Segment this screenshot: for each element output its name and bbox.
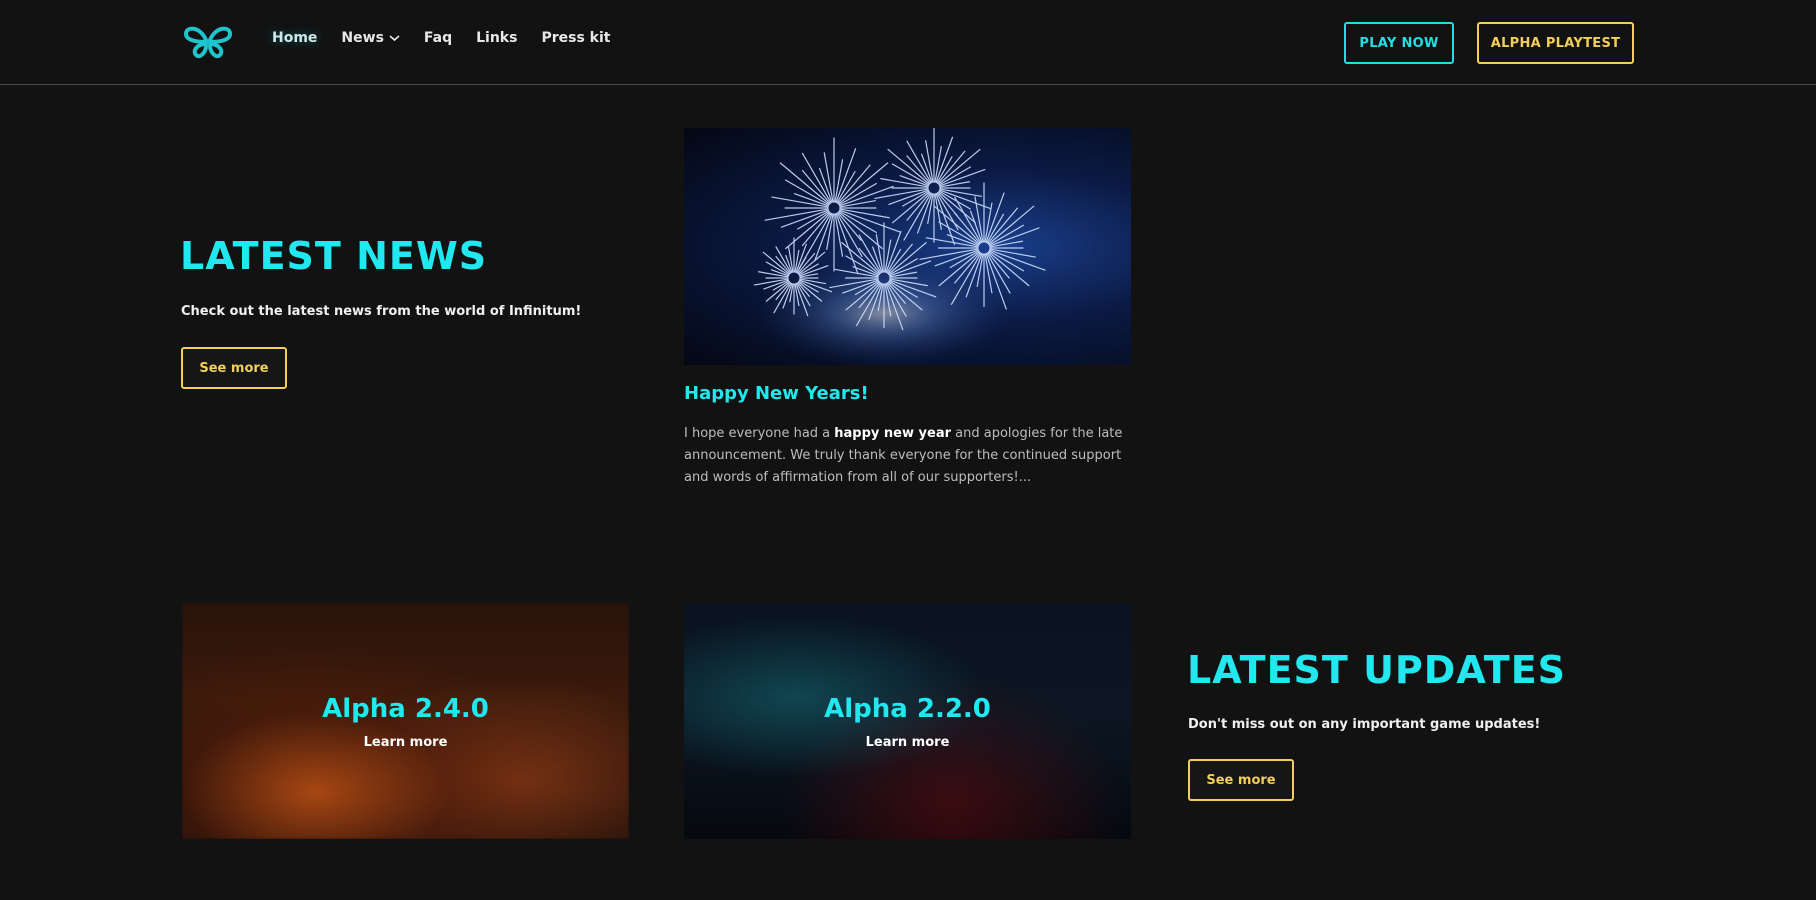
learn-more-link[interactable]: Learn more bbox=[684, 735, 1131, 750]
alpha-playtest-button[interactable]: ALPHA PLAYTEST bbox=[1477, 22, 1634, 64]
latest-updates-see-more-button[interactable]: See more bbox=[1188, 759, 1294, 801]
nav-links-label: Links bbox=[476, 30, 518, 46]
chevron-down-icon bbox=[389, 35, 400, 42]
latest-news-see-more-button[interactable]: See more bbox=[181, 347, 287, 389]
latest-updates-description: Don't miss out on any important game upd… bbox=[1188, 717, 1541, 732]
news-article-title[interactable]: Happy New Years! bbox=[684, 383, 869, 404]
nav-links[interactable]: Links bbox=[476, 30, 517, 46]
learn-more-link[interactable]: Learn more bbox=[182, 735, 629, 750]
fireworks-image[interactable] bbox=[684, 128, 1131, 365]
excerpt-start: I hope everyone had a bbox=[684, 426, 835, 441]
update-card-alpha-240[interactable]: Alpha 2.4.0 Learn more bbox=[182, 603, 629, 839]
latest-updates-title: LATEST UPDATES bbox=[1187, 648, 1567, 692]
latest-news-description: Check out the latest news from the world… bbox=[181, 304, 582, 319]
latest-news-title: LATEST NEWS bbox=[180, 234, 488, 278]
butterfly-logo-icon[interactable] bbox=[182, 22, 234, 62]
nav-faq[interactable]: Faq bbox=[424, 30, 452, 46]
nav-home[interactable]: Home bbox=[272, 30, 317, 46]
update-card-title: Alpha 2.2.0 bbox=[824, 694, 991, 724]
nav-press-kit[interactable]: Press kit bbox=[541, 30, 610, 46]
nav-faq-label: Faq bbox=[423, 30, 453, 46]
nav-news-label: News bbox=[341, 30, 384, 46]
news-article-excerpt: I hope everyone had a happy new year and… bbox=[684, 423, 1144, 489]
nav-news[interactable]: News bbox=[341, 30, 400, 46]
nav-home-label: Home bbox=[272, 30, 318, 46]
site-header: Home News Faq Links Press kit PLAY NOW A… bbox=[0, 0, 1816, 85]
nav-press-kit-label: Press kit bbox=[541, 30, 611, 46]
main-nav: Home News Faq Links Press kit bbox=[272, 30, 634, 46]
play-now-button[interactable]: PLAY NOW bbox=[1344, 22, 1454, 64]
update-card-alpha-220[interactable]: Alpha 2.2.0 Learn more bbox=[684, 603, 1131, 839]
excerpt-bold: happy new year bbox=[834, 426, 952, 441]
update-card-title: Alpha 2.4.0 bbox=[322, 694, 489, 724]
